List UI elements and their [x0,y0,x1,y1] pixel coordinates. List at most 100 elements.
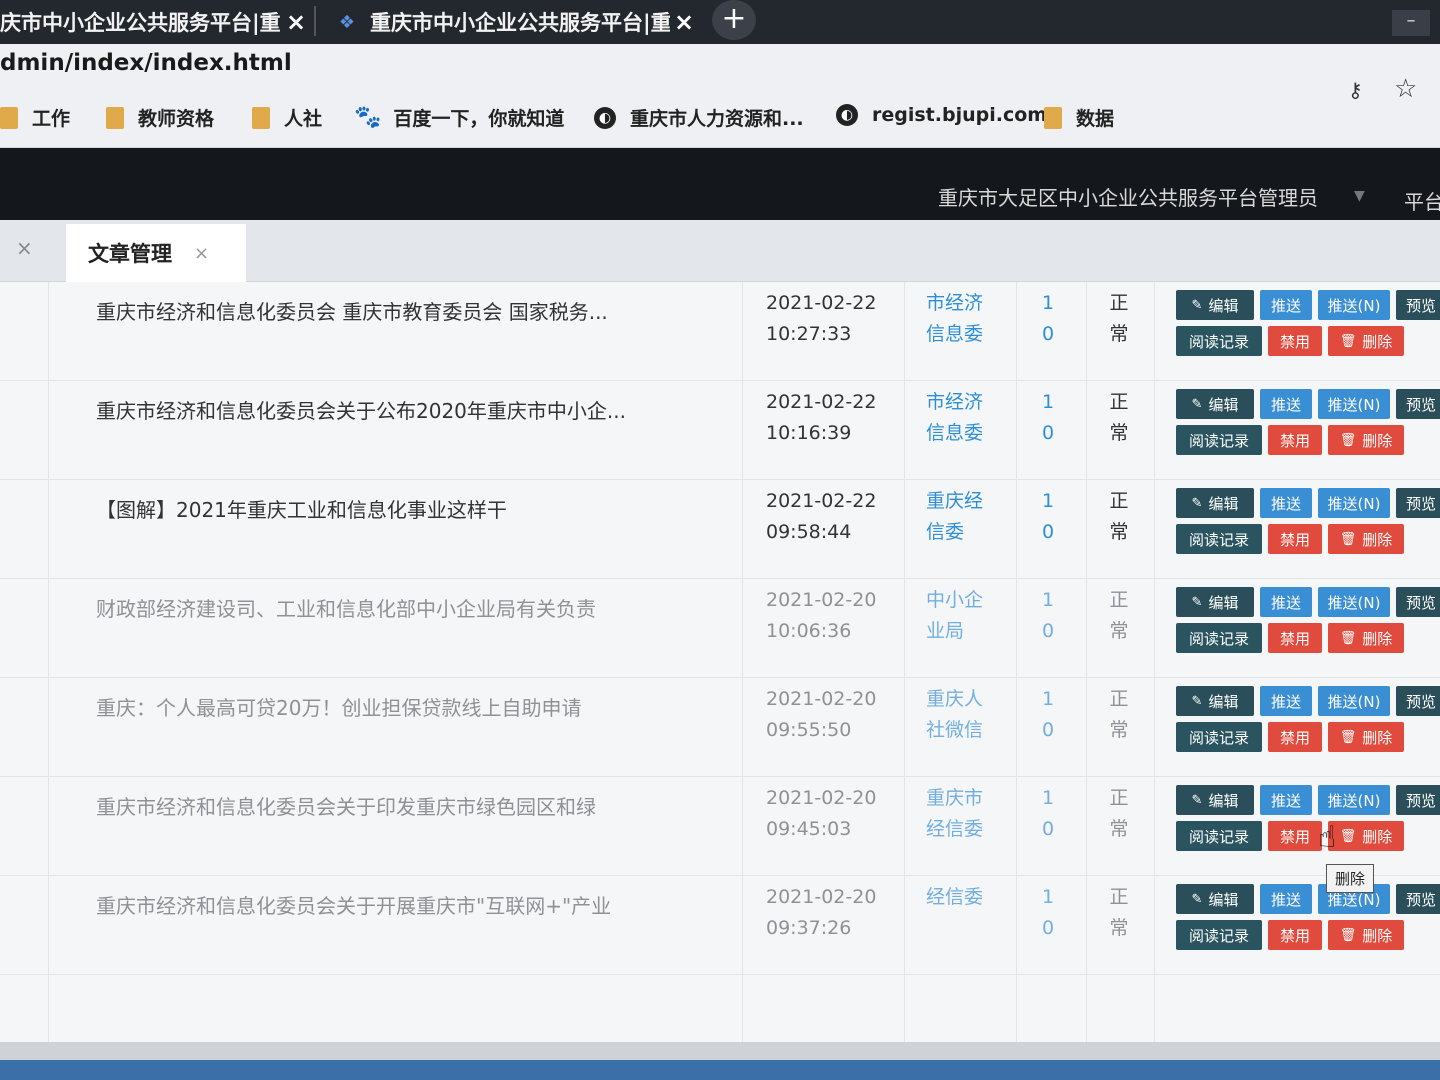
push-button[interactable]: 推送 [1260,686,1312,716]
url-field[interactable]: dmin/index/index.html [0,50,292,76]
article-source[interactable]: 中小企业局 [926,585,1000,647]
bookmark-item[interactable]: 数据 [1044,104,1114,131]
read-log-button[interactable]: 阅读记录 [1176,425,1262,455]
bookmark-item[interactable]: 工作 [0,104,70,131]
article-title[interactable]: 重庆市经济和信息化委员会关于公布2020年重庆市中小企... [96,395,686,424]
edit-button[interactable]: ✎ 编辑 [1176,785,1254,815]
push-n-button[interactable]: 推送(N) [1318,389,1390,419]
close-icon[interactable]: × [670,8,698,36]
article-source[interactable]: 市经济信息委 [926,288,1000,350]
key-icon[interactable]: ⚷ [1348,78,1363,102]
article-source[interactable]: 重庆经信委 [926,486,1000,548]
edit-button[interactable]: ✎ 编辑 [1176,488,1254,518]
table-row: 重庆市经济和信息化委员会关于开展重庆市"互联网+"产业 2021-02-20 09:… [0,876,1440,975]
disable-button[interactable]: 禁用 [1268,524,1322,554]
edit-label: 编辑 [1208,692,1239,711]
bookmark-item[interactable]: ◐ regist.bjupi.com [836,104,1047,126]
count-b: 0 [1041,620,1055,642]
disable-button[interactable]: 禁用 [1268,425,1322,455]
publish-time: 2021-02-20 10:06:36 [766,585,896,647]
disable-button[interactable]: 禁用 [1268,326,1322,356]
preview-button[interactable]: 预览 [1396,290,1440,320]
publish-clock: 10:16:39 [766,422,852,444]
bookmark-item[interactable]: 🐾 百度一下，你就知道 [354,104,564,131]
push-button[interactable]: 推送 [1260,785,1312,815]
disable-button[interactable]: 禁用 [1268,722,1322,752]
preview-button[interactable]: 预览 [1396,785,1440,815]
article-source[interactable]: 经信委 [926,882,1000,913]
chevron-down-icon[interactable]: ▼ [1354,188,1365,204]
read-log-button[interactable]: 阅读记录 [1176,722,1262,752]
edit-label: 编辑 [1208,890,1239,909]
push-n-button[interactable]: 推送(N) [1318,785,1390,815]
minimize-button[interactable]: – [1392,10,1430,36]
close-icon[interactable]: × [16,236,33,260]
tab-article-management[interactable]: 文章管理 × [66,224,246,282]
delete-label: 删除 [1362,728,1393,747]
edit-button[interactable]: ✎ 编辑 [1176,884,1254,914]
preview-button[interactable]: 预览 [1396,686,1440,716]
delete-button[interactable]: 🗑 删除 [1328,722,1404,752]
push-button[interactable]: 推送 [1260,290,1312,320]
article-source[interactable]: 重庆人社微信 [926,684,1000,746]
close-icon[interactable]: × [282,8,310,36]
article-title[interactable]: 重庆市经济和信息化委员会 重庆市教育委员会 国家税务... [96,296,686,325]
read-log-button[interactable]: 阅读记录 [1176,326,1262,356]
article-counts: 10 [1036,486,1060,548]
browser-tab-1[interactable]: 庆市中小企业公共服务平台|重 × [0,0,310,44]
article-title[interactable]: 重庆市经济和信息化委员会关于印发重庆市绿色园区和绿 [96,791,686,820]
push-n-button[interactable]: 推送(N) [1318,488,1390,518]
count-a: 1 [1041,886,1055,908]
edit-button[interactable]: ✎ 编辑 [1176,389,1254,419]
close-icon[interactable]: × [194,243,209,264]
preview-button[interactable]: 预览 [1396,884,1440,914]
delete-button[interactable]: 🗑 删除 [1328,524,1404,554]
disable-button[interactable]: 禁用 [1268,821,1322,851]
row-actions: ✎ 编辑 推送 推送(N) 预览阅读记录 禁用 🗑 删除 [1176,290,1440,362]
new-tab-button[interactable]: + [712,0,756,40]
article-counts: 10 [1036,882,1060,944]
article-source[interactable]: 重庆市经信委 [926,783,1000,845]
read-log-button[interactable]: 阅读记录 [1176,623,1262,653]
admin-user-menu[interactable]: 重庆市大足区中小企业公共服务平台管理员 [938,182,1318,211]
platform-link[interactable]: 平台 [1404,186,1440,215]
delete-label: 删除 [1362,530,1393,549]
edit-label: 编辑 [1208,791,1239,810]
browser-tab-2[interactable]: ❖ 重庆市中小企业公共服务平台|重 × [322,0,698,44]
row-actions: ✎ 编辑 推送 推送(N) 预览阅读记录 禁用 🗑 删除 [1176,488,1440,560]
article-title[interactable]: 财政部经济建设司、工业和信息化部中小企业局有关负责 [96,593,686,622]
delete-button[interactable]: 🗑 删除 [1328,623,1404,653]
delete-button[interactable]: 🗑 删除 [1328,920,1404,950]
pencil-icon: ✎ [1191,792,1203,808]
article-title[interactable]: 重庆市经济和信息化委员会关于开展重庆市"互联网+"产业 [96,890,686,919]
delete-button[interactable]: 🗑 删除 [1328,425,1404,455]
bookmark-item[interactable]: 教师资格 [106,104,214,131]
edit-button[interactable]: ✎ 编辑 [1176,686,1254,716]
count-b: 0 [1041,719,1055,741]
pencil-icon: ✎ [1191,693,1203,709]
disable-button[interactable]: 禁用 [1268,920,1322,950]
bookmark-item[interactable]: ◐ 重庆市人力资源和... [594,104,804,131]
push-button[interactable]: 推送 [1260,488,1312,518]
push-n-button[interactable]: 推送(N) [1318,686,1390,716]
bookmark-item[interactable]: 人社 [252,104,322,131]
article-source[interactable]: 市经济信息委 [926,387,1000,449]
delete-button[interactable]: 🗑 删除 [1328,326,1404,356]
disable-button[interactable]: 禁用 [1268,623,1322,653]
push-n-button[interactable]: 推送(N) [1318,290,1390,320]
push-button[interactable]: 推送 [1260,587,1312,617]
edit-button[interactable]: ✎ 编辑 [1176,587,1254,617]
read-log-button[interactable]: 阅读记录 [1176,821,1262,851]
article-title[interactable]: 重庆：个人最高可贷20万！创业担保贷款线上自助申请 [96,692,686,721]
edit-button[interactable]: ✎ 编辑 [1176,290,1254,320]
push-n-button[interactable]: 推送(N) [1318,587,1390,617]
preview-button[interactable]: 预览 [1396,488,1440,518]
article-title[interactable]: 【图解】2021年重庆工业和信息化事业这样干 [96,494,686,523]
read-log-button[interactable]: 阅读记录 [1176,524,1262,554]
preview-button[interactable]: 预览 [1396,587,1440,617]
push-button[interactable]: 推送 [1260,884,1312,914]
read-log-button[interactable]: 阅读记录 [1176,920,1262,950]
push-button[interactable]: 推送 [1260,389,1312,419]
preview-button[interactable]: 预览 [1396,389,1440,419]
delete-button[interactable]: 🗑 删除 [1328,821,1404,851]
